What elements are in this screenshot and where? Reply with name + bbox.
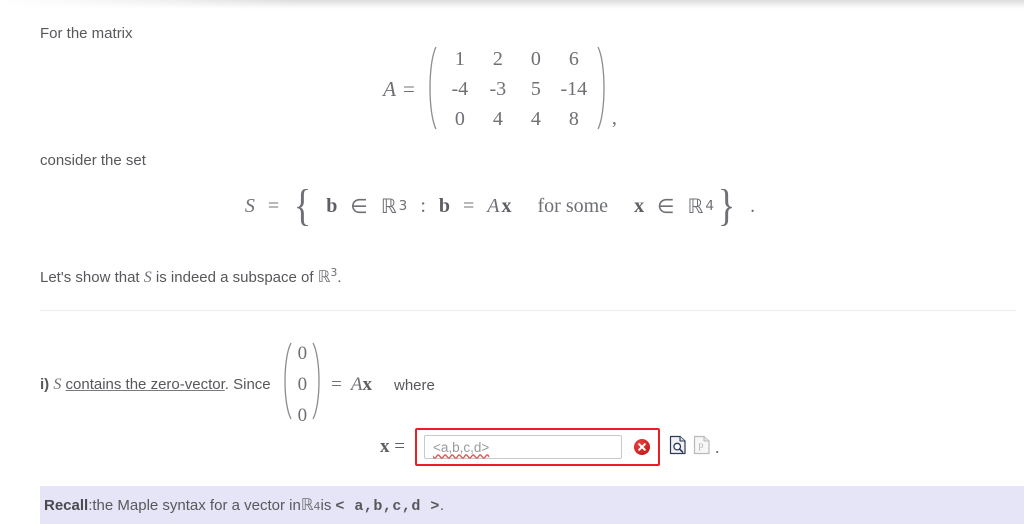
matrix-trailing-comma: ,: [611, 107, 617, 129]
recall-real-space: ℝ: [300, 495, 314, 514]
answer-input-row: x = <a,b,c,d> P .: [380, 428, 719, 466]
zero-vector-cell: 0: [297, 343, 308, 364]
set-colon: :: [420, 194, 426, 217]
part-i-period: .: [224, 376, 229, 393]
set-open-brace: {: [294, 181, 312, 230]
part-i-matrix-A: A: [350, 374, 363, 395]
set-trailing-period: .: [750, 194, 756, 217]
consider-line: consider the set: [40, 152, 146, 169]
answer-input-container[interactable]: <a,b,c,d>: [414, 428, 660, 466]
matrix-right-paren: [597, 45, 610, 134]
part-i-statement: i) S contains the zero-vector. Since 0 0…: [40, 341, 435, 429]
show-line-middle: is indeed a subspace of: [151, 269, 318, 286]
variable-element-of-symbol: ∈: [657, 194, 675, 219]
matrix-cell: -4: [451, 78, 469, 100]
answer-input-placeholder: <a,b,c,d>: [432, 439, 490, 455]
document-magnifier-icon[interactable]: [669, 435, 687, 460]
answer-input-field[interactable]: <a,b,c,d>: [423, 435, 622, 459]
document-plot-icon: P: [693, 435, 711, 460]
part-i-set-name: S: [53, 376, 62, 393]
part-i-vector-x: x: [362, 374, 372, 395]
element-of-symbol: ∈: [350, 194, 368, 219]
show-line-prefix: Let's show that: [40, 269, 144, 286]
matrix-cell: 5: [530, 78, 541, 100]
error-x-icon[interactable]: [633, 439, 650, 455]
show-line-suffix: .: [337, 269, 342, 286]
recall-text-is: is: [320, 497, 332, 514]
matrix-cell: 0: [454, 108, 465, 130]
section-divider: [40, 310, 1016, 311]
condition-matrix-A: A: [487, 194, 500, 217]
recall-label: Recall: [44, 497, 89, 514]
variable-real-space-symbol: ℝ: [687, 194, 704, 219]
window-top-gradient-strip: [0, 0, 1024, 9]
part-i-marker: i): [40, 376, 50, 393]
svg-text:P: P: [698, 442, 704, 453]
matrix-cell: 4: [492, 108, 503, 130]
matrix-cell: 6: [568, 48, 579, 70]
show-line-set-name: S: [143, 269, 152, 286]
set-name: S: [244, 194, 255, 217]
matrix-cells: 1 2 0 6 -4 -3 5 -14 0 4 4 8: [437, 45, 597, 134]
matrix-cell: -14: [560, 78, 588, 100]
show-line-real-space: ℝ: [317, 267, 331, 286]
top-strip-fade: [0, 0, 300, 9]
part-i-since: Since: [233, 376, 271, 393]
zero-vector-cell: 0: [297, 374, 308, 395]
zero-vector-entries: 0 0 0: [293, 341, 313, 429]
part-i-where: where: [393, 376, 435, 394]
answer-tool-icons: P .: [669, 435, 720, 460]
set-element-b: b: [326, 194, 338, 217]
part-i-underlined-phrase: contains the zero-vector: [65, 376, 225, 393]
show-subspace-line: Let's show that S is indeed a subspace o…: [40, 267, 342, 287]
matrix-equation: A = 1 2 0 6 -4 -3 5 -14 0 4 4 8 ,: [0, 45, 1024, 134]
intro-line: For the matrix: [40, 25, 133, 42]
answer-label: x =: [380, 436, 405, 458]
worksheet-page: For the matrix A = 1 2 0 6 -4 -3 5 -14 0…: [0, 9, 1024, 524]
matrix-cell: 8: [568, 108, 579, 130]
matrix-cell: -3: [489, 78, 507, 100]
zero-vector: 0 0 0: [280, 341, 326, 429]
recall-hint-bar: Recall: the Maple syntax for a vector in…: [40, 486, 1024, 524]
condition-lhs-b: b: [438, 194, 451, 217]
zero-vector-left-paren: [280, 341, 293, 429]
recall-trailing-period: .: [439, 497, 445, 514]
real-space-symbol: ℝ: [380, 194, 397, 219]
set-equals-sign: =: [267, 194, 280, 217]
matrix-cell: 2: [492, 48, 503, 70]
set-definition-equation: S = { b ∈ ℝ3 : b = Ax for some x ∈ ℝ 4}…: [244, 181, 756, 230]
matrix-left-paren: [424, 45, 437, 134]
quantifier-for-some: for some: [537, 194, 609, 217]
answer-label-equals: =: [394, 436, 405, 457]
recall-maple-syntax: < a,b,c,d >: [335, 498, 440, 515]
set-close-brace: }: [717, 181, 736, 230]
matrix-equals-sign: =: [402, 77, 415, 101]
matrix-cell: 1: [454, 48, 465, 70]
recall-text-before: the Maple syntax for a vector in: [92, 497, 301, 514]
matrix-cell: 0: [530, 48, 541, 70]
matrix-cell: 4: [530, 108, 541, 130]
answer-label-vector: x: [380, 436, 390, 457]
quantified-variable-x: x: [634, 194, 645, 217]
condition-vector-x: x: [501, 194, 512, 217]
matrix-name-label: A: [383, 77, 396, 101]
zero-vector-cell: 0: [297, 405, 308, 426]
condition-equals-sign: =: [463, 194, 475, 217]
zero-vector-right-paren: [312, 341, 325, 429]
answer-trailing-period: .: [714, 436, 720, 457]
part-i-equals-sign: =: [331, 374, 342, 395]
recall-hint-text: Recall: the Maple syntax for a vector in…: [44, 495, 445, 515]
